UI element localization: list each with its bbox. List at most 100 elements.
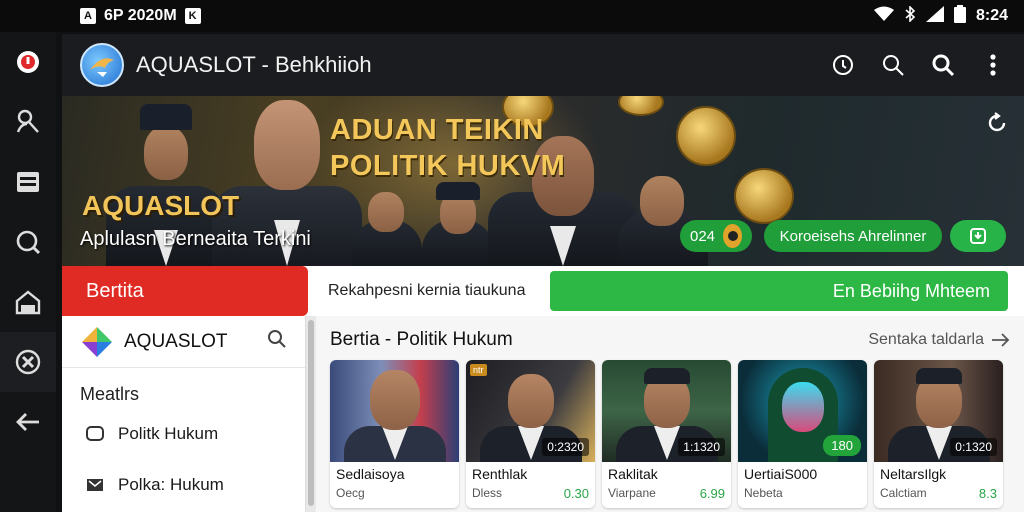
- coin-icon: [723, 224, 742, 248]
- search-icon: [268, 330, 286, 348]
- wifi-icon: [873, 6, 894, 27]
- rail-article-button[interactable]: [0, 152, 56, 212]
- rail-home-button[interactable]: [0, 272, 56, 332]
- news-card-source: Nebeta: [744, 486, 783, 500]
- refresh-button[interactable]: [984, 110, 1010, 136]
- tab-berita[interactable]: Bertita: [62, 266, 308, 316]
- section-title: Bertia - Politik Hukum: [330, 329, 513, 350]
- drawer-brand: AQUASLOT: [124, 330, 228, 352]
- news-card[interactable]: 180 UertiaiS000 Nebeta: [738, 360, 867, 508]
- drawer-header: AQUASLOT: [62, 316, 305, 368]
- signal-icon: [925, 5, 944, 27]
- app-bar: AQUASLOT - Behkhiioh: [62, 34, 1024, 96]
- share-button[interactable]: [950, 220, 1006, 252]
- search-bold-button[interactable]: [930, 52, 956, 78]
- news-card-source: Oecg: [336, 486, 365, 500]
- chat-icon: [16, 230, 41, 255]
- news-card[interactable]: ntr 0:2320 Renthlak Dless 0.30: [466, 360, 595, 508]
- rail-chat-button[interactable]: [0, 212, 56, 272]
- news-card-title: Renthlak: [472, 466, 528, 482]
- games-icon: [15, 349, 41, 375]
- rail-back-button[interactable]: [0, 392, 56, 452]
- more-vertical-icon: [990, 54, 996, 76]
- tab-row: Bertita Rekahpesni kernia tiaukuna En Be…: [62, 266, 1024, 316]
- news-thumbnail: 180: [738, 360, 867, 462]
- news-card-list: Sedlaisoya Oecg ntr 0:2320 Renthlak Dles…: [330, 360, 1003, 508]
- reaction-count: 024: [690, 227, 716, 245]
- clock-time: 8:24: [975, 7, 1008, 24]
- drawer-item-polka-hukum[interactable]: Polka: Hukum: [62, 462, 305, 508]
- dolphin-logo-icon: [90, 58, 114, 77]
- app-notification-icon: A: [80, 8, 96, 24]
- k-notification-icon: K: [184, 8, 201, 24]
- status-bar: A 6P 2020M K 8:24: [0, 0, 1024, 32]
- main-content: Bertia - Politik Hukum Sentaka taldarla …: [316, 316, 1024, 512]
- arrow-right-icon: [992, 333, 1010, 347]
- subscribe-button[interactable]: Koroeisehs Ahrelinner: [764, 220, 942, 252]
- person-icon: [16, 109, 39, 133]
- notification-icon: [17, 51, 39, 73]
- news-thumbnail: 0:1320: [874, 360, 1003, 462]
- duration-badge: 0:2320: [542, 438, 589, 456]
- see-all-link[interactable]: Sentaka taldarla: [868, 331, 1010, 349]
- status-left-text: 6P 2020M: [104, 7, 177, 24]
- news-card-title: Sedlaisoya: [336, 466, 405, 482]
- drawer-section-label: Meatlrs: [80, 384, 140, 404]
- news-card-title: Raklitak: [608, 466, 658, 482]
- app-logo[interactable]: [80, 43, 124, 87]
- tab-description: Rekahpesni kernia tiaukuna: [328, 282, 526, 299]
- drawer-scrollbar-thumb[interactable]: [308, 320, 314, 506]
- duration-badge: 1:1320: [678, 438, 725, 456]
- news-card-number: 6.99: [699, 486, 725, 501]
- drawer-item-label: Politk Hukum: [118, 424, 219, 443]
- search-button[interactable]: [880, 52, 906, 78]
- news-thumbnail: 1:1320: [602, 360, 731, 462]
- news-card-title: NeltarsIlgk: [880, 466, 947, 482]
- hero-brand: AQUASLOT: [82, 190, 240, 221]
- more-options-button[interactable]: [980, 52, 1006, 78]
- news-card[interactable]: 1:1320 Raklitak Viarpane 6.99: [602, 360, 731, 508]
- news-thumbnail: [330, 360, 459, 462]
- back-arrow-icon: [16, 413, 39, 431]
- hero-banner[interactable]: ADUAN TEIKIN POLITIK HUKVM AQUASLOT Aplu…: [62, 96, 1024, 266]
- info-button[interactable]: [830, 52, 856, 78]
- home-icon: [15, 290, 41, 315]
- drawer-item-politik-hukum[interactable]: Politk Hukum: [62, 411, 305, 457]
- duration-badge: 0:1320: [950, 438, 997, 456]
- info-icon: [833, 55, 853, 75]
- bluetooth-icon: [904, 4, 916, 27]
- hero-headline: ADUAN TEIKIN POLITIK HUKVM: [330, 114, 566, 182]
- news-card-source: Dless: [472, 486, 503, 500]
- hero-subtitle: Aplulasn Berneaita Terkini: [80, 228, 311, 250]
- search-icon: [932, 54, 955, 77]
- app-screen: A 6P 2020M K 8:24 AQUASLOT - Behkhiioh A…: [0, 0, 1024, 512]
- refresh-icon: [988, 112, 1006, 132]
- rail-games-button[interactable]: [0, 332, 56, 392]
- drawer-item-label: Polka: Hukum: [118, 475, 224, 494]
- news-card-source: Viarpane: [608, 486, 656, 500]
- gold-coin-decoration: [734, 168, 794, 224]
- news-card-number: 0.30: [563, 486, 589, 501]
- share-icon: [970, 228, 986, 244]
- news-card-number: 8.3: [978, 486, 997, 501]
- tag-badge: ntr: [470, 364, 487, 376]
- search-icon: [883, 55, 904, 76]
- mail-icon: [86, 476, 104, 494]
- view-count-badge: 180: [823, 435, 861, 456]
- section-header: Bertia - Politik Hukum Sentaka taldarla: [316, 316, 1024, 364]
- side-drawer: AQUASLOT Meatlrs Politk Hukum Polka: Huk…: [62, 316, 306, 512]
- chat-bubble-icon: [86, 425, 104, 443]
- brand-logo-icon: [82, 326, 112, 357]
- rail-notification-button[interactable]: [0, 32, 56, 92]
- rail-profile-button[interactable]: [0, 92, 56, 152]
- app-title: AQUASLOT - Behkhiioh: [136, 52, 372, 77]
- news-card[interactable]: Sedlaisoya Oecg: [330, 360, 459, 508]
- cta-button[interactable]: En Bebiihg Mhteem: [550, 271, 1008, 311]
- battery-icon: [953, 4, 966, 28]
- news-card-source: Calctiam: [880, 486, 927, 500]
- reaction-count-pill[interactable]: 024: [680, 220, 752, 252]
- drawer-search-button[interactable]: [267, 329, 287, 354]
- news-thumbnail: ntr 0:2320: [466, 360, 595, 462]
- left-rail: [0, 32, 56, 512]
- news-card[interactable]: 0:1320 NeltarsIlgk Calctiam 8.3: [874, 360, 1003, 508]
